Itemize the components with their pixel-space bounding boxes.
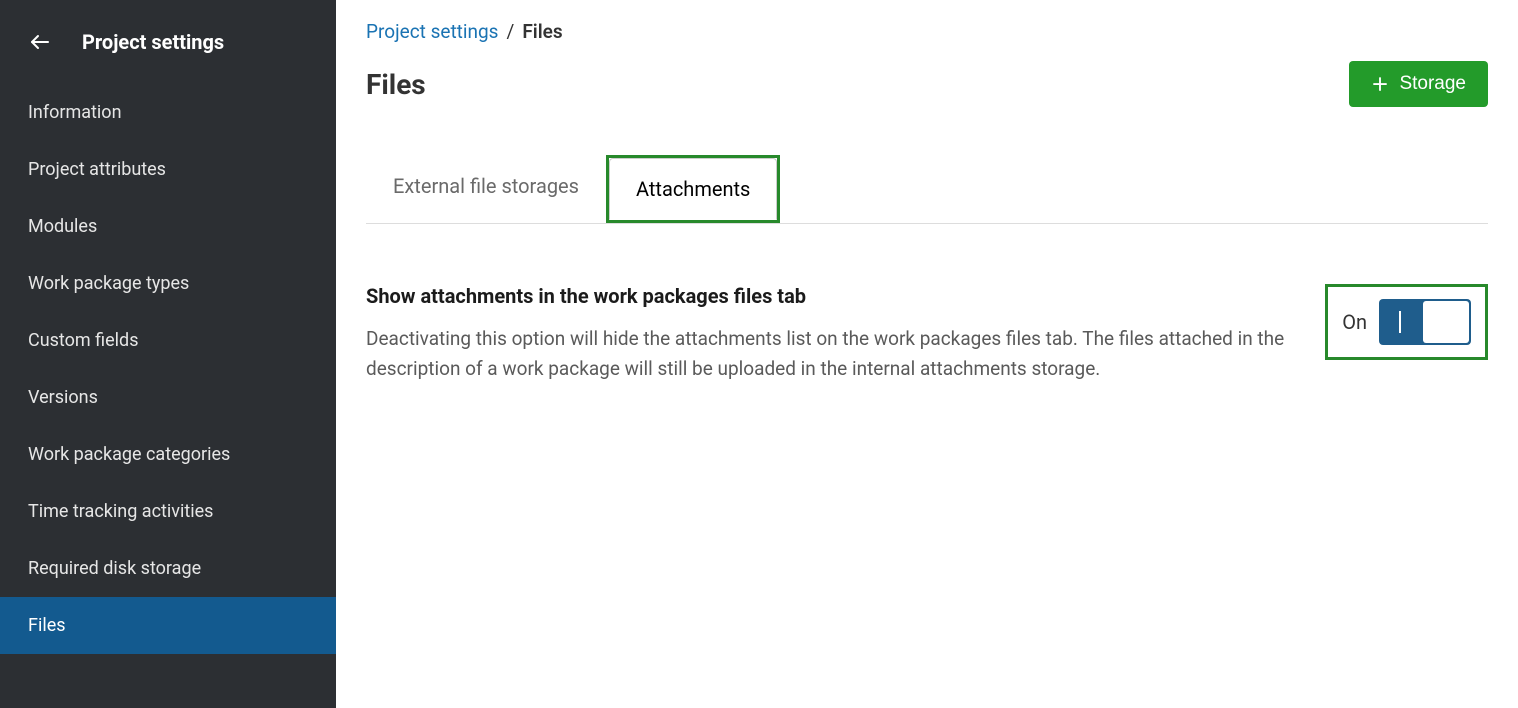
breadcrumb: Project settings / Files xyxy=(366,20,1488,43)
breadcrumb-separator: / xyxy=(506,20,514,43)
sidebar-item-information[interactable]: Information xyxy=(0,84,336,141)
sidebar-item-custom-fields[interactable]: Custom fields xyxy=(0,312,336,369)
title-row: Files Storage xyxy=(366,61,1488,107)
sidebar-header: Project settings xyxy=(0,20,336,84)
tab-attachments[interactable]: Attachments xyxy=(609,158,777,220)
tab-attachments-highlight: Attachments xyxy=(606,155,780,223)
sidebar-title: Project settings xyxy=(82,30,224,54)
storage-button-label: Storage xyxy=(1399,73,1466,95)
toggle-on-indicator-icon xyxy=(1399,311,1401,333)
sidebar-item-work-package-types[interactable]: Work package types xyxy=(0,255,336,312)
sidebar-item-project-attributes[interactable]: Project attributes xyxy=(0,141,336,198)
breadcrumb-current: Files xyxy=(522,20,562,43)
add-storage-button[interactable]: Storage xyxy=(1349,61,1488,107)
toggle-state-label: On xyxy=(1342,310,1367,334)
sidebar-item-modules[interactable]: Modules xyxy=(0,198,336,255)
setting-description: Deactivating this option will hide the a… xyxy=(366,324,1295,385)
toggle-highlight: On xyxy=(1325,284,1488,360)
sidebar-item-time-tracking-activities[interactable]: Time tracking activities xyxy=(0,483,336,540)
page-title: Files xyxy=(366,68,426,101)
attachments-toggle[interactable] xyxy=(1379,299,1471,345)
setting-title: Show attachments in the work packages fi… xyxy=(366,284,1295,308)
main-content: Project settings / Files Files Storage E… xyxy=(336,0,1518,708)
sidebar-item-work-package-categories[interactable]: Work package categories xyxy=(0,426,336,483)
sidebar-item-files[interactable]: Files xyxy=(0,597,336,654)
tabs: External file storages Attachments xyxy=(366,155,1488,224)
sidebar: Project settings Information Project att… xyxy=(0,0,336,708)
tab-external-file-storages[interactable]: External file storages xyxy=(366,155,606,224)
setting-row: Show attachments in the work packages fi… xyxy=(366,284,1488,385)
back-arrow-icon[interactable] xyxy=(28,30,52,54)
plus-icon xyxy=(1371,75,1389,93)
breadcrumb-parent[interactable]: Project settings xyxy=(366,20,498,43)
setting-text: Show attachments in the work packages fi… xyxy=(366,284,1295,385)
toggle-knob xyxy=(1423,301,1469,343)
sidebar-item-required-disk-storage[interactable]: Required disk storage xyxy=(0,540,336,597)
sidebar-item-versions[interactable]: Versions xyxy=(0,369,336,426)
sidebar-nav: Information Project attributes Modules W… xyxy=(0,84,336,654)
